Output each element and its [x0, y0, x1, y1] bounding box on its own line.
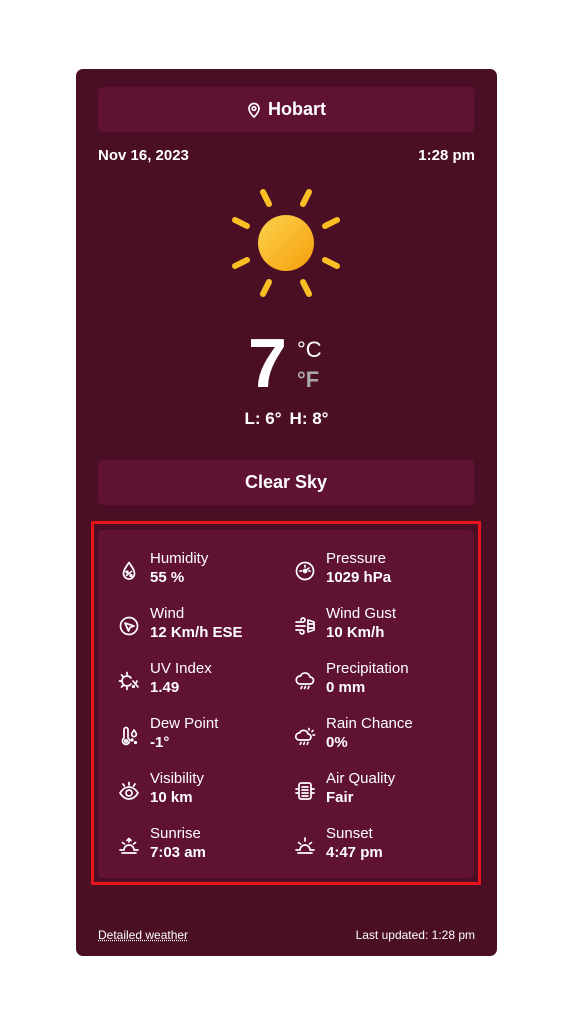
- weather-condition: Clear Sky: [98, 460, 474, 505]
- detail-value: 55 %: [150, 569, 185, 586]
- humidity-icon: [122, 561, 136, 580]
- air-quality-icon: [295, 782, 315, 800]
- precipitation-icon: [295, 672, 315, 690]
- wind-direction-icon: [119, 616, 139, 636]
- detail-label: Air Quality: [326, 770, 396, 787]
- detail-value: 12 Km/h ESE: [150, 624, 243, 641]
- visibility-icon: [119, 781, 139, 800]
- detail-precipitation: Precipitation 0 mm: [294, 660, 464, 704]
- detail-label: Humidity: [150, 550, 209, 567]
- detail-label: Dew Point: [150, 715, 219, 732]
- detail-wind-gust: Wind Gust 10 Km/h: [294, 605, 464, 649]
- dew-point-icon: [121, 726, 138, 746]
- detail-value: 10 km: [150, 789, 193, 806]
- condition-label: Clear Sky: [244, 472, 328, 492]
- temperature-value: 7: [248, 324, 287, 402]
- detail-sunrise: Sunrise 7:03 am: [118, 825, 288, 869]
- detail-value: 0%: [326, 734, 348, 751]
- detail-air-quality: Air Quality Fair: [294, 770, 464, 814]
- detail-uv-index: UV Index 1.49: [118, 660, 288, 704]
- location-button[interactable]: Hobart: [98, 87, 474, 132]
- rain-chance-icon: [294, 727, 316, 746]
- wind-gust-icon: [295, 617, 315, 635]
- detail-label: UV Index: [150, 660, 212, 677]
- sun-icon: [232, 189, 340, 297]
- low-temp: L: 6°: [244, 409, 282, 428]
- uv-index-icon: [118, 671, 139, 691]
- detail-value: -1°: [150, 734, 170, 751]
- current-time: 1:28 pm: [418, 147, 475, 164]
- detail-humidity: Humidity 55 %: [118, 550, 288, 594]
- detail-pressure: Pressure 1029 hPa: [294, 550, 464, 594]
- pressure-icon: [295, 561, 315, 581]
- weather-card: Hobart Nov 16, 2023 1:28 pm 7 °C °F L: 6…: [76, 69, 497, 956]
- detail-value: 0 mm: [326, 679, 366, 696]
- detail-rain-chance: Rain Chance 0%: [294, 715, 464, 759]
- sunrise-icon: [119, 837, 139, 854]
- detail-value: Fair: [326, 789, 354, 806]
- detail-value: 10 Km/h: [326, 624, 385, 641]
- location-pin-icon: [248, 102, 260, 118]
- temperature-display: 7 °C °F: [246, 324, 366, 402]
- detail-label: Wind Gust: [326, 605, 397, 622]
- detail-sunset: Sunset 4:47 pm: [294, 825, 464, 869]
- detail-visibility: Visibility 10 km: [118, 770, 288, 814]
- sunset-icon: [295, 837, 315, 854]
- detail-label: Wind: [150, 605, 185, 622]
- detailed-weather-link[interactable]: Detailed weather: [98, 928, 188, 942]
- current-date: Nov 16, 2023: [98, 147, 189, 164]
- location-city: Hobart: [268, 99, 326, 119]
- detail-wind: Wind 12 Km/h ESE: [118, 605, 288, 649]
- detail-label: Visibility: [150, 770, 204, 787]
- weather-details-panel: Humidity 55 % Pressure 1029 hPa Wind 12 …: [98, 530, 474, 878]
- detail-label: Precipitation: [326, 660, 409, 677]
- detail-value: 7:03 am: [150, 844, 206, 861]
- fahrenheit-toggle[interactable]: °F: [297, 367, 319, 393]
- detail-label: Sunset: [326, 825, 373, 842]
- detail-dew-point: Dew Point -1°: [118, 715, 288, 759]
- detail-value: 1029 hPa: [326, 569, 392, 586]
- low-high-temps: L: 6° H: 8°: [76, 409, 497, 429]
- detail-label: Pressure: [326, 550, 387, 567]
- detail-label: Sunrise: [150, 825, 201, 842]
- detail-value: 4:47 pm: [326, 844, 383, 861]
- detail-label: Rain Chance: [326, 715, 413, 732]
- celsius-toggle[interactable]: °C: [297, 337, 322, 363]
- high-temp: H: 8°: [289, 409, 329, 428]
- last-updated: Last updated: 1:28 pm: [355, 928, 475, 942]
- detail-value: 1.49: [150, 679, 180, 696]
